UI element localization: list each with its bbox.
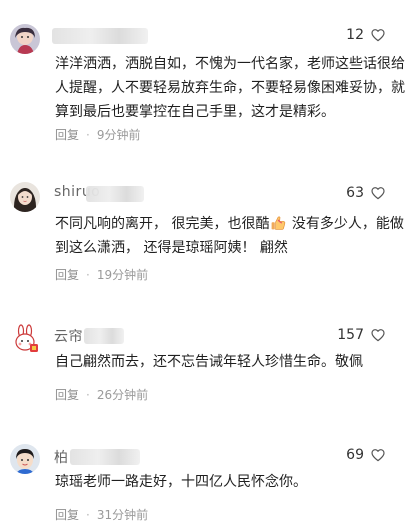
username-mask xyxy=(52,28,148,44)
username-mask xyxy=(84,328,124,344)
like-count: 157 xyxy=(337,327,364,343)
child-avatar-icon xyxy=(10,444,40,474)
comment-item: 柏 69 琼瑶老师一路走好，十四亿人民怀念你。 回复 · 31分钟前 xyxy=(0,420,411,526)
comment-meta: 回复 · 26分钟前 xyxy=(55,386,148,403)
comment-text: 洋洋洒洒，洒脱自如，不愧为一代名家，老师这些话很给人提醒，人不要轻易放弃生命，不… xyxy=(55,56,405,120)
comment-meta: 回复 · 9分钟前 xyxy=(55,126,140,143)
reply-button[interactable]: 回复 xyxy=(55,266,79,283)
comment-item: 云帘 157 自己翩然而去，还不忘告诫年轻人珍惜生命。敬佩 回复 · 26分钟前 xyxy=(0,310,411,420)
rabbit-avatar-icon xyxy=(10,324,40,354)
girl-avatar-icon xyxy=(10,24,40,54)
comment-text: 不同凡响的离开， 很完美，也很酷 没有多少人，能做到这么潇洒， 还得是琼瑶阿姨！… xyxy=(55,212,407,260)
heart-outline-icon[interactable] xyxy=(370,327,386,343)
comment-item: shiruo 63 不同凡响的离开， 很完美，也很酷 没有多少人，能做到这么潇洒… xyxy=(0,160,411,310)
like-group[interactable]: 12 xyxy=(346,27,386,43)
reply-button[interactable]: 回复 xyxy=(55,126,79,143)
woman-avatar-icon xyxy=(10,182,40,212)
like-group[interactable]: 157 xyxy=(337,327,386,343)
like-group[interactable]: 63 xyxy=(346,185,386,201)
comment-text-part: 不同凡响的离开， 很完美，也很酷 xyxy=(55,216,270,232)
separator-dot: · xyxy=(86,507,90,522)
thumbs-up-icon xyxy=(272,216,286,230)
like-count: 63 xyxy=(346,185,364,201)
heart-outline-icon[interactable] xyxy=(370,27,386,43)
like-group[interactable]: 69 xyxy=(346,447,386,463)
username[interactable]: 柏 xyxy=(54,447,69,467)
user-avatar[interactable] xyxy=(10,444,40,474)
username[interactable]: 云帘 xyxy=(54,326,83,346)
comment-meta: 回复 · 19分钟前 xyxy=(55,266,148,283)
reply-button[interactable]: 回复 xyxy=(55,386,79,403)
separator-dot: · xyxy=(86,267,90,282)
separator-dot: · xyxy=(86,387,90,402)
timestamp: 31分钟前 xyxy=(96,508,149,522)
like-count: 12 xyxy=(346,27,364,43)
username-mask xyxy=(86,186,144,202)
comment-text: 自己翩然而去，还不忘告诫年轻人珍惜生命。敬佩 xyxy=(55,354,363,370)
user-avatar[interactable] xyxy=(10,182,40,212)
heart-outline-icon[interactable] xyxy=(370,447,386,463)
like-count: 69 xyxy=(346,447,364,463)
comment-item: 12 洋洋洒洒，洒脱自如，不愧为一代名家，老师这些话很给人提醒，人不要轻易放弃生… xyxy=(0,0,411,150)
username-mask xyxy=(70,449,140,465)
user-avatar[interactable] xyxy=(10,324,40,354)
timestamp: 9分钟前 xyxy=(96,128,141,142)
separator-dot: · xyxy=(86,127,90,142)
comment-meta: 回复 · 31分钟前 xyxy=(55,506,148,523)
user-avatar[interactable] xyxy=(10,24,40,54)
reply-button[interactable]: 回复 xyxy=(55,506,79,523)
timestamp: 26分钟前 xyxy=(96,388,149,402)
heart-outline-icon[interactable] xyxy=(370,185,386,201)
timestamp: 19分钟前 xyxy=(96,268,149,282)
comment-text: 琼瑶老师一路走好，十四亿人民怀念你。 xyxy=(55,474,307,490)
